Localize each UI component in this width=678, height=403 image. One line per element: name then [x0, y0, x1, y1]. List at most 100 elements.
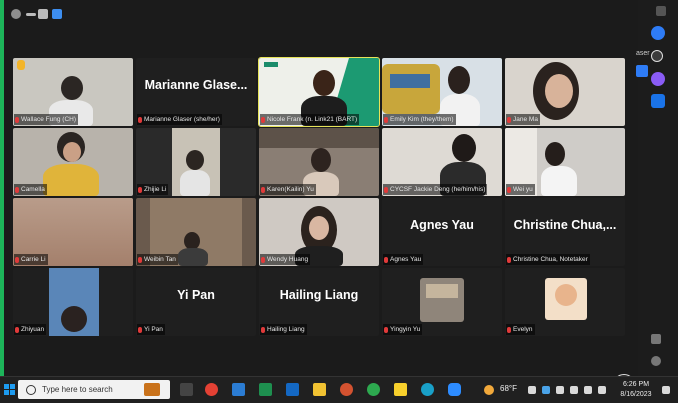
restore-icon[interactable] — [38, 9, 48, 19]
raised-hand-icon — [17, 60, 25, 70]
participant-display-name: Hailing Liang — [279, 288, 359, 302]
language-icon[interactable] — [598, 386, 606, 394]
participant-video — [545, 142, 565, 166]
tray-chevron-icon[interactable] — [528, 386, 536, 394]
participant-name: Wallace Fung (CH) — [21, 116, 77, 123]
participant-display-name: Marianne Glase... — [144, 78, 248, 92]
mic-muted-icon — [15, 116, 19, 123]
participant-tile[interactable]: Evelyn — [505, 268, 625, 336]
sidebar-layout-icon[interactable] — [651, 334, 661, 344]
outlook-app-icon[interactable] — [286, 383, 299, 396]
participant-tile[interactable]: CYCSF Jackie Deng (he/him/his) — [382, 128, 502, 196]
chrome-icon[interactable] — [205, 383, 218, 396]
mic-muted-icon — [507, 326, 511, 333]
meeting-info-icon[interactable] — [11, 9, 21, 19]
clock-date: 8/16/2023 — [620, 391, 652, 398]
mic-muted-icon — [138, 256, 142, 263]
participant-name: CYCSF Jackie Deng (he/him/his) — [390, 186, 486, 193]
participant-video — [311, 148, 331, 172]
word-icon[interactable] — [232, 383, 245, 396]
participant-name: Evelyn — [513, 326, 533, 333]
sticky-notes-icon[interactable] — [394, 383, 407, 396]
participant-name: Camella — [21, 186, 45, 193]
participant-name: Hailing Liang — [267, 326, 305, 333]
edge-icon[interactable] — [421, 383, 434, 396]
participant-tile-active-speaker[interactable]: Nicole Frank (n. Link21 (BART) — [258, 57, 380, 127]
participant-name: Nicole Frank (n. Link21 (BART) — [267, 116, 358, 123]
participant-name: Zhiyuan — [21, 326, 45, 333]
mic-muted-icon — [15, 256, 19, 263]
participant-tile[interactable]: Agnes Yau Agnes Yau — [382, 198, 502, 266]
excel-icon[interactable] — [259, 383, 272, 396]
mic-muted-icon — [384, 116, 388, 123]
participant-video — [61, 306, 87, 332]
bing-icon[interactable] — [651, 26, 665, 40]
zoom-icon[interactable] — [448, 383, 461, 396]
participant-video — [313, 70, 335, 96]
volume-icon[interactable] — [584, 386, 592, 394]
participant-tile[interactable]: Zhijie Li — [136, 128, 256, 196]
mic-muted-icon — [507, 186, 511, 193]
mic-muted-icon — [507, 116, 511, 123]
task-view-icon[interactable] — [180, 383, 193, 396]
battery-icon[interactable] — [556, 386, 564, 394]
participant-tile[interactable]: Wei yu — [505, 128, 625, 196]
participant-name: Christine Chua, Notetaker — [513, 256, 588, 263]
participant-tile[interactable]: Karen(Kailin) Yu — [259, 128, 379, 196]
participant-name: Emily Kim (they/them) — [390, 116, 454, 123]
participant-display-name: Christine Chua,... — [513, 218, 617, 232]
participant-name: Marianne Glaser (she/her) — [144, 116, 220, 123]
mic-muted-icon — [15, 186, 19, 193]
onedrive-icon[interactable] — [542, 386, 550, 394]
mic-muted-icon — [15, 326, 19, 333]
participant-tile[interactable]: Camella — [13, 128, 133, 196]
side-panel-label: aser — [636, 50, 650, 57]
search-icon — [26, 384, 36, 395]
participant-tile[interactable]: Wendy Huang — [259, 198, 379, 266]
start-button[interactable] — [4, 384, 15, 395]
mic-muted-icon — [384, 256, 388, 263]
participant-tile[interactable]: Marianne Glase... Marianne Glaser (she/h… — [136, 58, 256, 126]
participant-tile[interactable]: Hailing Liang Hailing Liang — [259, 268, 379, 336]
side-panel-edge: aser — [636, 50, 656, 110]
notifications-icon[interactable] — [662, 386, 670, 394]
participant-name: Carrie Li — [21, 256, 46, 263]
settings-icon[interactable] — [651, 356, 661, 366]
chrome-app-icon[interactable] — [367, 383, 380, 396]
participant-display-name: Yi Pan — [177, 288, 215, 302]
participant-video — [61, 76, 83, 100]
participant-video — [452, 134, 476, 162]
participant-tile[interactable]: Yingyin Yu — [382, 268, 502, 336]
file-explorer-icon[interactable] — [313, 383, 326, 396]
mic-muted-icon — [384, 186, 388, 193]
minimize-icon[interactable] — [26, 13, 36, 16]
mic-muted-icon — [261, 326, 265, 333]
side-panel-button[interactable] — [636, 65, 648, 77]
taskbar: Type here to search 68°F 6:26 PM 8/16/20… — [0, 376, 678, 403]
temperature: 68°F — [500, 384, 517, 393]
participant-tile[interactable]: Christine Chua,... Christine Chua, Notet… — [505, 198, 625, 266]
window-close-icon[interactable] — [656, 6, 666, 16]
powerpoint-icon[interactable] — [340, 383, 353, 396]
participant-tile[interactable]: Jane Ma — [505, 58, 625, 126]
mic-muted-icon — [261, 116, 265, 123]
participant-tile[interactable]: Zhiyuan — [13, 268, 133, 336]
participant-name: Yi Pan — [144, 326, 163, 333]
participant-tile[interactable]: Yi Pan Yi Pan — [136, 268, 256, 336]
mic-muted-icon — [138, 116, 142, 123]
mic-muted-icon — [261, 256, 265, 263]
participant-tile[interactable]: Emily Kim (they/them) — [382, 58, 502, 126]
gallery-view-icon[interactable] — [52, 9, 62, 19]
mic-muted-icon — [384, 326, 388, 333]
network-icon[interactable] — [570, 386, 578, 394]
participant-name: Yingyin Yu — [390, 326, 421, 333]
meeting-titlebar — [4, 0, 638, 30]
participant-tile[interactable]: Carrie Li — [13, 198, 133, 266]
participant-tile[interactable]: Weibin Tan — [136, 198, 256, 266]
weather-icon[interactable] — [484, 385, 494, 395]
mic-muted-icon — [261, 186, 265, 193]
system-clock[interactable]: 6:26 PM 8/16/2023 — [616, 380, 656, 400]
taskbar-search[interactable]: Type here to search — [18, 380, 170, 399]
participant-display-name: Agnes Yau — [410, 218, 474, 232]
participant-tile[interactable]: Wallace Fung (CH) — [13, 58, 133, 126]
